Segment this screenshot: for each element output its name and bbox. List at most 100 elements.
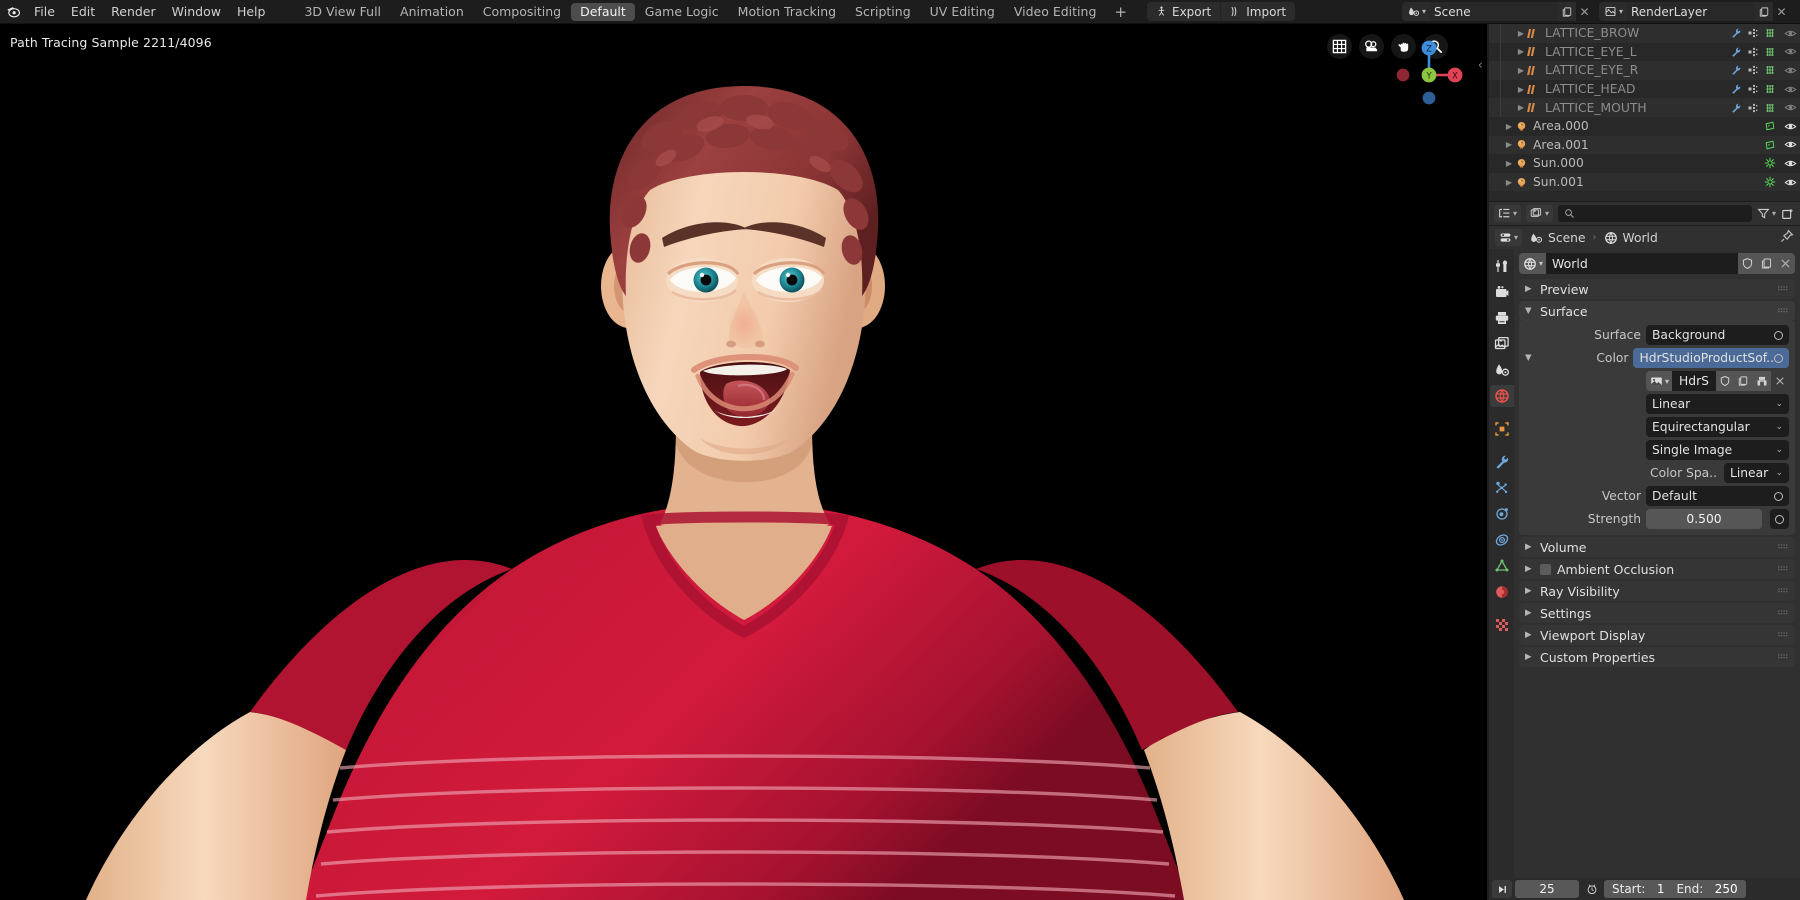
viewlayer-name-field[interactable]: RenderLayer (1627, 2, 1755, 21)
projection-dropdown[interactable]: Equirectangular ⌄ (1646, 417, 1789, 437)
panel-ray-visibility[interactable]: ▶ Ray Visibility (1519, 581, 1795, 601)
outliner-row[interactable]: ▶ Sun.000 (1489, 154, 1800, 173)
panel-preview[interactable]: ▶ Preview (1519, 279, 1795, 299)
filter-button[interactable]: ▾ (1757, 207, 1776, 220)
copy-icon[interactable] (1757, 253, 1776, 274)
strength-socket-button[interactable] (1770, 509, 1789, 529)
row-expand-triangle-icon[interactable]: ▶ (1515, 85, 1527, 94)
panel-viewport-display[interactable]: ▶ Viewport Display (1519, 625, 1795, 645)
x-icon[interactable] (1776, 253, 1795, 274)
properties-tab-tool[interactable] (1489, 253, 1514, 279)
properties-tab-object-data[interactable] (1489, 553, 1514, 579)
source-dropdown[interactable]: Single Image ⌄ (1646, 440, 1789, 460)
current-frame-field[interactable]: 25 (1515, 880, 1579, 898)
properties-tab-modifiers[interactable] (1489, 449, 1514, 475)
new-collection-button[interactable] (1781, 207, 1795, 221)
scene-name-field[interactable]: Scene (1429, 2, 1558, 21)
visibility-toggle[interactable] (1780, 138, 1800, 151)
workspace-tab-video-editing[interactable]: Video Editing (1005, 3, 1106, 21)
properties-tab-view-layer[interactable] (1489, 331, 1514, 357)
3d-viewport[interactable]: Path Tracing Sample 2211/4096 Z Y X ‹ (0, 24, 1487, 900)
image-name-field[interactable]: HdrS (1672, 371, 1716, 391)
viewport-axis-gizmo[interactable]: Z Y X (1389, 32, 1469, 112)
properties-tab-texture[interactable] (1489, 612, 1514, 638)
shield-icon[interactable] (1715, 371, 1735, 391)
properties-tab-object[interactable] (1489, 416, 1514, 442)
row-expand-triangle-icon[interactable]: ▶ (1515, 66, 1527, 75)
menu-file[interactable]: File (26, 0, 63, 24)
camera-icon[interactable] (1359, 34, 1384, 59)
outliner-row[interactable]: ▶ Area.001 (1489, 135, 1800, 155)
outliner-row[interactable]: ▶ Sun.001 (1489, 172, 1800, 192)
x-icon[interactable] (1771, 371, 1789, 391)
outliner-row[interactable]: ▶ LATTICE_BROW (1489, 24, 1800, 43)
export-button[interactable]: Export (1147, 2, 1222, 21)
properties-tab-world[interactable] (1489, 383, 1514, 409)
visibility-toggle[interactable] (1780, 64, 1800, 77)
scene-selector[interactable]: ▾ Scene ✕ (1401, 2, 1593, 21)
panel-volume[interactable]: ▶ Volume (1519, 537, 1795, 557)
menu-render[interactable]: Render (103, 0, 164, 24)
properties-tab-output[interactable] (1489, 305, 1514, 331)
visibility-toggle[interactable] (1780, 120, 1800, 133)
properties-tab-material[interactable] (1489, 579, 1514, 605)
pin-icon[interactable] (1780, 229, 1794, 246)
outliner-row[interactable]: ▶ LATTICE_EYE_R (1489, 61, 1800, 80)
menu-edit[interactable]: Edit (63, 0, 103, 24)
visibility-toggle[interactable] (1780, 83, 1800, 96)
workspace-tab-game-logic[interactable]: Game Logic (636, 3, 728, 21)
search-input[interactable] (1558, 205, 1752, 222)
grid-icon[interactable] (1327, 34, 1352, 59)
properties-tab-render[interactable] (1489, 279, 1514, 305)
frame-range-fields[interactable]: Start: 1 End: 250 (1604, 880, 1746, 898)
breadcrumb-scene[interactable]: Scene (1529, 231, 1586, 245)
vector-field[interactable]: Default (1646, 486, 1789, 506)
properties-tab-scene[interactable] (1489, 357, 1514, 383)
visibility-toggle[interactable] (1780, 101, 1800, 114)
workspace-tab-compositing[interactable]: Compositing (474, 3, 570, 21)
color-texture-field[interactable]: HdrStudioProductSof.. (1633, 348, 1789, 368)
panel-ambient-occlusion[interactable]: ▶ Ambient Occlusion (1519, 559, 1795, 579)
outliner-row[interactable]: ▶ Area.000 (1489, 117, 1800, 136)
visibility-toggle[interactable] (1780, 157, 1800, 170)
outliner-display-icon[interactable]: ▾ (1494, 205, 1522, 222)
scene-new-button[interactable] (1557, 2, 1576, 21)
breadcrumb-world[interactable]: World (1604, 231, 1658, 245)
menu-window[interactable]: Window (164, 0, 229, 24)
viewlayer-selector[interactable]: ▾ RenderLayer ✕ (1598, 2, 1790, 21)
import-button[interactable]: Import (1221, 2, 1295, 21)
shield-icon[interactable] (1738, 253, 1757, 274)
workspace-tab-animation[interactable]: Animation (391, 3, 473, 21)
visibility-toggle[interactable] (1780, 45, 1800, 58)
blender-logo-icon[interactable] (0, 0, 26, 24)
workspace-tab-scripting[interactable]: Scripting (846, 3, 920, 21)
jump-end-icon[interactable] (1492, 880, 1512, 898)
scene-icon[interactable]: ▾ (1401, 2, 1430, 21)
workspace-tab-3d-view-full[interactable]: 3D View Full (295, 3, 390, 21)
sidebar-collapse-arrow-icon[interactable]: ‹ (1478, 58, 1483, 73)
workspace-tab-default[interactable]: Default (571, 2, 635, 21)
workspace-tab-uv-editing[interactable]: UV Editing (921, 3, 1004, 21)
properties-editor-type-icon[interactable]: ▾ (1495, 229, 1523, 246)
row-expand-triangle-icon[interactable]: ▶ (1503, 178, 1515, 187)
row-expand-triangle-icon[interactable]: ▶ (1503, 159, 1515, 168)
colorspace-dropdown[interactable]: Linear ⌄ (1724, 463, 1789, 483)
row-expand-triangle-icon[interactable]: ▶ (1515, 47, 1527, 56)
properties-tab-physics[interactable] (1489, 501, 1514, 527)
outliner-editor[interactable]: ▶ LATTICE_BROW ▶ LATTICE_EYE_L ▶ LATTICE_EYE_… (1489, 24, 1800, 201)
workspace-tab-motion-tracking[interactable]: Motion Tracking (729, 3, 845, 21)
visibility-toggle[interactable] (1780, 27, 1800, 40)
viewlayer-icon[interactable]: ▾ (1598, 2, 1627, 21)
auto-key-icon[interactable] (1582, 880, 1601, 898)
world-id-type-icon[interactable]: ▾ (1519, 253, 1547, 274)
viewlayer-new-button[interactable] (1755, 2, 1773, 21)
copy-icon[interactable] (1734, 371, 1753, 391)
menu-help[interactable]: Help (229, 0, 274, 24)
visibility-toggle[interactable] (1780, 176, 1800, 189)
row-expand-triangle-icon[interactable]: ▶ (1515, 29, 1527, 38)
add-workspace-button[interactable]: + (1106, 1, 1135, 23)
panel-enable-checkbox[interactable] (1540, 563, 1551, 575)
properties-tab-constraints[interactable] (1489, 527, 1514, 553)
panel-custom-properties[interactable]: ▶ Custom Properties (1519, 647, 1795, 667)
image-browse-icon[interactable]: ▾ (1646, 371, 1673, 391)
